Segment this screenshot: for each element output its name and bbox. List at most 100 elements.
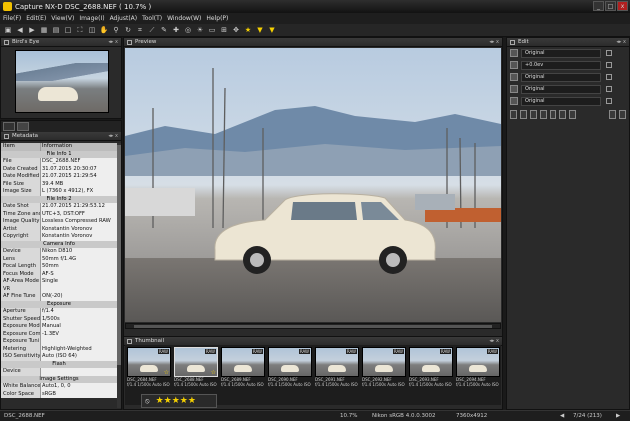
compare-icon[interactable]: ◫ xyxy=(87,25,97,35)
preview-hscroll[interactable] xyxy=(125,323,501,329)
edit-step-checkbox[interactable] xyxy=(606,86,612,92)
thumbnail-item[interactable]: RAWDSC_2692.NEFf/1.4 1/500s Auto ISO 64 xyxy=(362,347,406,403)
star-filter-icon[interactable]: ★ xyxy=(243,25,253,35)
straighten-icon[interactable]: ⟋ xyxy=(147,25,157,35)
menu-view[interactable]: View(V) xyxy=(51,15,74,22)
grid-view-icon[interactable]: ▦ xyxy=(39,25,49,35)
edit-step-select[interactable]: Original xyxy=(521,48,601,58)
thumbnail-image[interactable]: RAW xyxy=(409,347,453,377)
folder-tab-icon[interactable] xyxy=(3,122,15,131)
star-icon[interactable]: ☆ xyxy=(211,369,216,376)
metadata-row: Aperture f/1.4 xyxy=(1,308,117,316)
label-filter-icon[interactable]: ▼ xyxy=(267,25,277,35)
panel-pin-icon[interactable] xyxy=(127,39,132,45)
history-icon[interactable] xyxy=(609,110,617,119)
menu-tool[interactable]: Tool(T) xyxy=(142,15,162,22)
panel-controls-icon[interactable]: ◂▸ x xyxy=(108,133,118,139)
edit-step-row[interactable]: +0.0ev xyxy=(507,59,629,71)
panel-controls-icon[interactable]: ◂▸ x xyxy=(616,39,626,45)
metadata-section[interactable]: File Info 2 xyxy=(1,195,117,203)
adjust-icon[interactable] xyxy=(510,110,517,119)
panel-controls-icon[interactable]: ◂▸ x xyxy=(489,39,499,45)
maximize-button[interactable]: □ xyxy=(605,1,616,11)
thumbnail-item[interactable]: RAWDSC_2693.NEFf/1.4 1/500s Auto ISO 64 xyxy=(409,347,453,403)
edit-step-checkbox[interactable] xyxy=(606,74,612,80)
edit-step-row[interactable]: Original xyxy=(507,83,629,95)
panel-pin-icon[interactable] xyxy=(4,133,9,139)
metadata-section[interactable]: Camera Info xyxy=(1,240,117,248)
panel-controls-icon[interactable]: ◂▸ x xyxy=(108,39,118,45)
rating-stars[interactable]: ★★★★★ xyxy=(156,396,196,406)
rotate-icon[interactable]: ↻ xyxy=(123,25,133,35)
lighting-icon[interactable]: ☀ xyxy=(195,25,205,35)
thumbnail-image[interactable]: RAW xyxy=(362,347,406,377)
monitor-icon[interactable]: ▭ xyxy=(207,25,217,35)
edit-step-checkbox[interactable] xyxy=(606,98,612,104)
panel-pin-icon[interactable] xyxy=(4,39,9,45)
folder-icon[interactable]: ▣ xyxy=(3,25,13,35)
birdseye-image[interactable] xyxy=(15,50,109,113)
thumbnail-item[interactable]: RAWDSC_2691.NEFf/1.4 1/500s Auto ISO 64 xyxy=(315,347,359,403)
undo-icon[interactable] xyxy=(619,110,627,119)
full-screen-icon[interactable]: ⛶ xyxy=(75,25,85,35)
crop-icon[interactable]: ⌗ xyxy=(135,25,145,35)
prev-icon[interactable]: ◀ xyxy=(560,413,564,419)
thumbnail-image[interactable]: RAW xyxy=(456,347,500,377)
minimize-button[interactable]: _ xyxy=(593,1,604,11)
thumbnail-item[interactable]: RAWDSC_2690.NEFf/1.4 1/500s Auto ISO 64 xyxy=(268,347,312,403)
thumbnail-image[interactable]: RAW xyxy=(268,347,312,377)
histogram-icon[interactable] xyxy=(569,110,577,119)
metadata-section[interactable]: Flash xyxy=(1,360,117,368)
menu-help[interactable]: Help(P) xyxy=(206,15,228,22)
thumbnail-image[interactable]: RAW xyxy=(221,347,265,377)
metadata-scrollbar[interactable] xyxy=(117,143,121,408)
lch-icon[interactable] xyxy=(529,110,537,119)
panel-pin-icon[interactable] xyxy=(510,39,515,45)
menu-edit[interactable]: Edit(E) xyxy=(26,15,46,22)
star-icon[interactable]: ☆ xyxy=(164,369,169,376)
filmstrip-icon[interactable]: ▤ xyxy=(51,25,61,35)
thumbnail-image[interactable]: RAW xyxy=(315,347,359,377)
levels-icon[interactable] xyxy=(519,110,527,119)
edit-step-select[interactable]: Original xyxy=(521,84,601,94)
viewer-icon[interactable]: □ xyxy=(63,25,73,35)
edit-step-select[interactable]: +0.0ev xyxy=(521,60,601,70)
edit-step-row[interactable]: Original xyxy=(507,47,629,59)
edit-step-select[interactable]: Original xyxy=(521,96,601,106)
menu-window[interactable]: Window(W) xyxy=(167,15,201,22)
edit-step-row[interactable]: Original xyxy=(507,95,629,107)
next-icon[interactable]: ▶ xyxy=(616,413,620,419)
metadata-section[interactable]: File Info 1 xyxy=(1,150,117,158)
brightness-icon[interactable] xyxy=(549,110,557,119)
image-viewer[interactable] xyxy=(125,48,501,322)
forward-icon[interactable]: ▶ xyxy=(27,25,37,35)
thumbnail-item[interactable]: RAWDSC_2694.NEFf/1.4 1/500s Auto ISO 64 xyxy=(456,347,500,403)
hand-tool-icon[interactable]: ✋ xyxy=(99,25,109,35)
close-button[interactable]: x xyxy=(617,1,628,11)
metadata-tab-icon[interactable] xyxy=(17,122,29,131)
retouch-icon[interactable]: ✚ xyxy=(171,25,181,35)
back-icon[interactable]: ◀ xyxy=(15,25,25,35)
menu-image[interactable]: Image(I) xyxy=(79,15,104,22)
panel-controls-icon[interactable]: ◂▸ x xyxy=(489,338,499,344)
metadata-section[interactable]: Image Settings xyxy=(1,375,117,383)
panel-pin-icon[interactable] xyxy=(127,338,132,344)
menu-adjust[interactable]: Adjust(A) xyxy=(110,15,138,22)
zoom-tool-icon[interactable]: ⚲ xyxy=(111,25,121,35)
filter-icon[interactable]: ▼ xyxy=(255,25,265,35)
edit-step-row[interactable]: Original xyxy=(507,71,629,83)
metadata-section[interactable]: Exposure xyxy=(1,300,117,308)
curves-icon[interactable] xyxy=(559,110,567,119)
color-balance-icon[interactable] xyxy=(539,110,547,119)
metadata-key: Exposure Com xyxy=(1,330,41,338)
dust-off-icon[interactable]: ◎ xyxy=(183,25,193,35)
edit-step-checkbox[interactable] xyxy=(606,50,612,56)
edit-step-checkbox[interactable] xyxy=(606,62,612,68)
no-rating-icon[interactable]: ⦸ xyxy=(145,397,150,406)
thumbnail-item[interactable]: RAWDSC_2689.NEFf/1.4 1/500s Auto ISO 64 xyxy=(221,347,265,403)
color-picker-icon[interactable]: ✥ xyxy=(231,25,241,35)
brush-icon[interactable]: ✎ xyxy=(159,25,169,35)
grid-overlay-icon[interactable]: ⊞ xyxy=(219,25,229,35)
menu-file[interactable]: File(F) xyxy=(3,15,21,22)
edit-step-select[interactable]: Original xyxy=(521,72,601,82)
